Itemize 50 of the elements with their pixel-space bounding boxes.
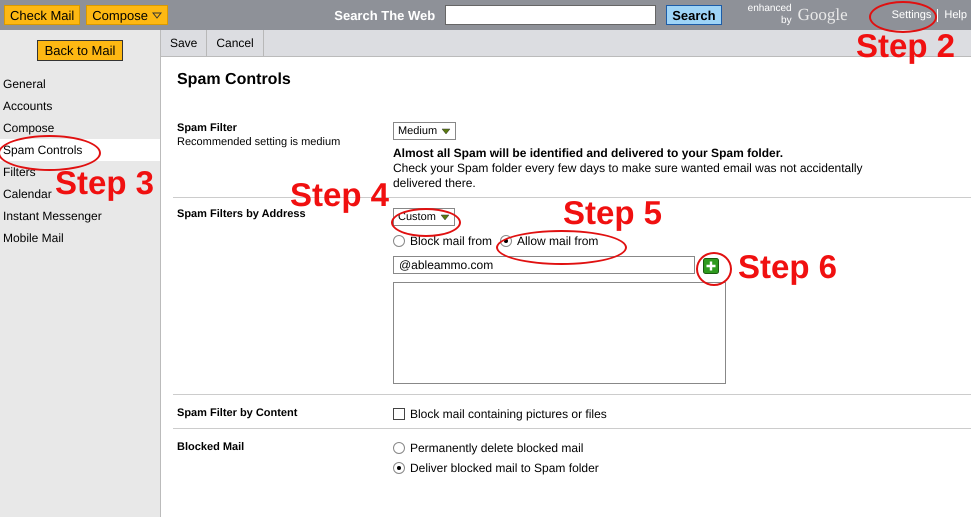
enhanced-by-text: enhanced by	[746, 3, 792, 27]
filter-description: Almost all Spam will be identified and delivered to your Spam folder. Check your Spam folder every few days to make sure wanted email was not accidentally delivered there.	[393, 146, 864, 191]
highlight-ellipse	[696, 252, 732, 286]
search-field[interactable]	[445, 5, 656, 25]
checkbox[interactable]	[393, 408, 405, 420]
address-input[interactable]: @ableammo.com	[393, 256, 695, 274]
sidebar-item[interactable]: Accounts	[0, 95, 56, 117]
section-hint: Recommended setting is medium	[177, 136, 342, 148]
section-label: Spam Filter by Content	[177, 407, 298, 419]
sidebar-item[interactable]: Compose	[0, 117, 58, 139]
radio-option[interactable]: Block mail from	[393, 232, 492, 250]
page-title: Spam Controls	[177, 71, 292, 89]
search-label: Search The Web	[334, 8, 436, 22]
radio-button[interactable]	[393, 235, 405, 247]
highlight-ellipse	[869, 1, 937, 33]
toolbar-button[interactable]: Cancel	[207, 30, 264, 56]
top-button[interactable]: Compose	[86, 5, 168, 25]
step-annotation: Step 5	[563, 197, 662, 228]
sidebar-item[interactable]: Spam Controls	[0, 139, 160, 161]
step-annotation: Step 3	[55, 167, 154, 198]
highlight-ellipse	[391, 208, 461, 237]
level-select[interactable]: Medium	[393, 122, 456, 140]
section-label: Blocked Mail	[177, 441, 246, 453]
step-annotation: Step 6	[738, 251, 838, 282]
radio-option[interactable]: Allow mail from	[500, 232, 598, 250]
add-icon[interactable]	[703, 258, 719, 274]
sidebar-item[interactable]: Mobile Mail	[0, 227, 67, 249]
search-button[interactable]: Search	[666, 5, 722, 25]
logo: Google	[798, 5, 848, 25]
sidebar-item[interactable]: Filters	[0, 161, 39, 183]
radio-option[interactable]: Deliver blocked mail to Spam folder	[393, 461, 599, 475]
mode-select[interactable]: Custom	[393, 208, 455, 226]
radio-option[interactable]: Permanently delete blocked mail	[393, 441, 599, 455]
caret-icon	[440, 214, 450, 220]
radio-button[interactable]	[393, 462, 405, 474]
caret-icon	[441, 128, 452, 134]
radio-button[interactable]	[393, 442, 405, 454]
sidebar-item[interactable]: Instant Messenger	[0, 205, 105, 227]
back-button[interactable]: Back to Mail	[36, 40, 124, 61]
step-annotation: Step 2	[856, 30, 956, 62]
step-annotation: Step 4	[290, 179, 390, 210]
sidebar-item[interactable]: Calendar	[0, 183, 55, 205]
section-label: Spam Filter	[177, 122, 238, 134]
checkbox-option[interactable]: Block mail containing pictures or files	[393, 407, 607, 421]
top-button[interactable]: Check Mail	[4, 5, 80, 25]
toolbar-button[interactable]: Save	[161, 30, 208, 56]
radio-button[interactable]	[500, 235, 512, 247]
sidebar-item[interactable]: General	[0, 73, 49, 95]
caret-icon	[152, 12, 162, 18]
address-list[interactable]	[393, 282, 726, 384]
